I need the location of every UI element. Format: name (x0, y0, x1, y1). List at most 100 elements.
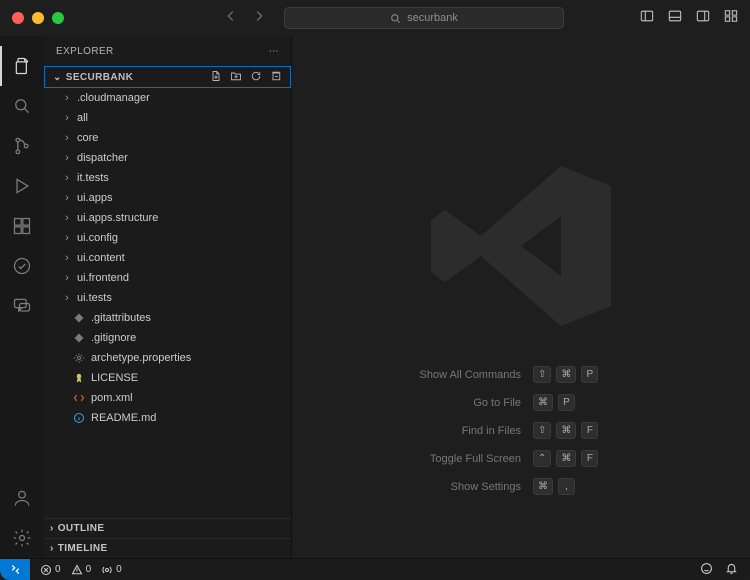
file-diamond-icon (72, 331, 86, 345)
warning-icon (71, 564, 83, 576)
file-label: pom.xml (91, 392, 133, 404)
tree-folder[interactable]: ›ui.content (44, 248, 291, 268)
explorer-more-icon[interactable]: ⋯ (269, 46, 279, 57)
window-controls (12, 12, 64, 24)
project-header[interactable]: ⌄ SECURBANK (44, 66, 291, 88)
chevron-right-icon: › (62, 92, 72, 104)
welcome-hints: Show All Commands⇧⌘PGo to File⌘PFind in … (292, 366, 750, 495)
activity-settings[interactable] (0, 518, 44, 558)
tree-file[interactable]: pom.xml (44, 388, 291, 408)
customize-layout-icon[interactable] (724, 9, 738, 28)
file-license-icon (72, 371, 86, 385)
key: P (581, 366, 598, 383)
titlebar: securbank (0, 0, 750, 36)
hint-keys: ⇧⌘P (533, 366, 598, 383)
activity-comments[interactable] (0, 286, 44, 326)
layout-sidebar-left-icon[interactable] (640, 9, 654, 28)
tree-folder[interactable]: ›ui.apps (44, 188, 291, 208)
tree-file[interactable]: .gitattributes (44, 308, 291, 328)
key: ⇧ (533, 422, 551, 439)
file-diamond-icon (72, 311, 86, 325)
tree-folder[interactable]: ›ui.tests (44, 288, 291, 308)
status-errors[interactable]: 0 (40, 564, 61, 576)
new-file-icon[interactable] (210, 70, 222, 85)
notifications-icon[interactable] (725, 562, 738, 578)
timeline-label: TIMELINE (58, 543, 108, 554)
status-ports[interactable]: 0 (101, 564, 122, 576)
hint-keys: ⌘P (533, 394, 575, 411)
tree-file[interactable]: LICENSE (44, 368, 291, 388)
tree-folder[interactable]: ›all (44, 108, 291, 128)
layout-sidebar-right-icon[interactable] (696, 9, 710, 28)
search-text: securbank (407, 12, 458, 24)
new-folder-icon[interactable] (230, 70, 242, 85)
error-icon (40, 564, 52, 576)
key: ⌘ (556, 450, 576, 467)
key: F (581, 422, 598, 439)
key: F (581, 450, 598, 467)
chevron-right-icon: › (62, 232, 72, 244)
tree-folder[interactable]: ›ui.frontend (44, 268, 291, 288)
collapse-all-icon[interactable] (270, 70, 282, 85)
activity-search[interactable] (0, 86, 44, 126)
tree-folder[interactable]: › ui.apps.structure (44, 208, 291, 228)
hint-label: Show All Commands (361, 369, 521, 381)
chevron-right-icon: › (62, 132, 72, 144)
activity-run-debug[interactable] (0, 166, 44, 206)
tree-folder[interactable]: ›dispatcher (44, 148, 291, 168)
file-xml-icon (72, 391, 86, 405)
timeline-section[interactable]: › TIMELINE (44, 538, 291, 558)
refresh-icon[interactable] (250, 70, 262, 85)
chevron-right-icon: › (62, 112, 72, 124)
tree-folder[interactable]: › ui.config (44, 228, 291, 248)
activity-explorer[interactable] (0, 46, 44, 86)
tree-file[interactable]: archetype.properties (44, 348, 291, 368)
chevron-right-icon: › (62, 212, 72, 224)
key: P (558, 394, 575, 411)
nav-forward-icon[interactable] (252, 9, 266, 28)
tree-folder[interactable]: › .cloudmanager (44, 88, 291, 108)
nav-back-icon[interactable] (224, 9, 238, 28)
folder-label: it.tests (77, 172, 109, 184)
radio-icon (101, 564, 113, 576)
outline-section[interactable]: › OUTLINE (44, 518, 291, 538)
tree-file[interactable]: .gitignore (44, 328, 291, 348)
folder-label: dispatcher (77, 152, 128, 164)
activity-source-control[interactable] (0, 126, 44, 166)
minimize-window[interactable] (32, 12, 44, 24)
close-window[interactable] (12, 12, 24, 24)
chevron-right-icon: › (62, 172, 72, 184)
file-tree: ›.cloudmanager›all›core›dispatcher›it.te… (44, 88, 291, 518)
tree-file[interactable]: README.md (44, 408, 291, 428)
activity-extensions[interactable] (0, 206, 44, 246)
folder-label: ui.content (77, 252, 125, 264)
remote-indicator[interactable] (0, 559, 30, 580)
hint-row: Find in Files⇧⌘F (361, 422, 681, 439)
folder-label: .cloudmanager (77, 92, 150, 104)
tree-folder[interactable]: ›core (44, 128, 291, 148)
folder-label: ui.frontend (77, 272, 129, 284)
folder-label: ui.apps.structure (77, 212, 158, 224)
feedback-icon[interactable] (700, 562, 713, 578)
activity-testing[interactable] (0, 246, 44, 286)
activity-accounts[interactable] (0, 478, 44, 518)
error-count: 0 (55, 564, 61, 575)
maximize-window[interactable] (52, 12, 64, 24)
folder-label: ui.config (77, 232, 118, 244)
status-bar: 0 0 0 (0, 558, 750, 580)
explorer-title: EXPLORER (56, 46, 114, 57)
editor-area: Show All Commands⇧⌘PGo to File⌘PFind in … (292, 36, 750, 558)
search-icon (390, 13, 401, 24)
hint-label: Go to File (361, 397, 521, 409)
hint-keys: ⌘, (533, 478, 575, 495)
tree-folder[interactable]: › it.tests (44, 168, 291, 188)
hint-row: Show All Commands ⇧⌘P (361, 366, 681, 383)
hint-row: Toggle Full Screen⌃⌘F (361, 450, 681, 467)
layout-panel-icon[interactable] (668, 9, 682, 28)
project-name: SECURBANK (66, 72, 134, 83)
file-label: .gitattributes (91, 312, 151, 324)
status-warnings[interactable]: 0 (71, 564, 92, 576)
hint-keys: ⇧⌘F (533, 422, 598, 439)
command-center-search[interactable]: securbank (284, 7, 564, 29)
folder-label: ui.apps (77, 192, 112, 204)
